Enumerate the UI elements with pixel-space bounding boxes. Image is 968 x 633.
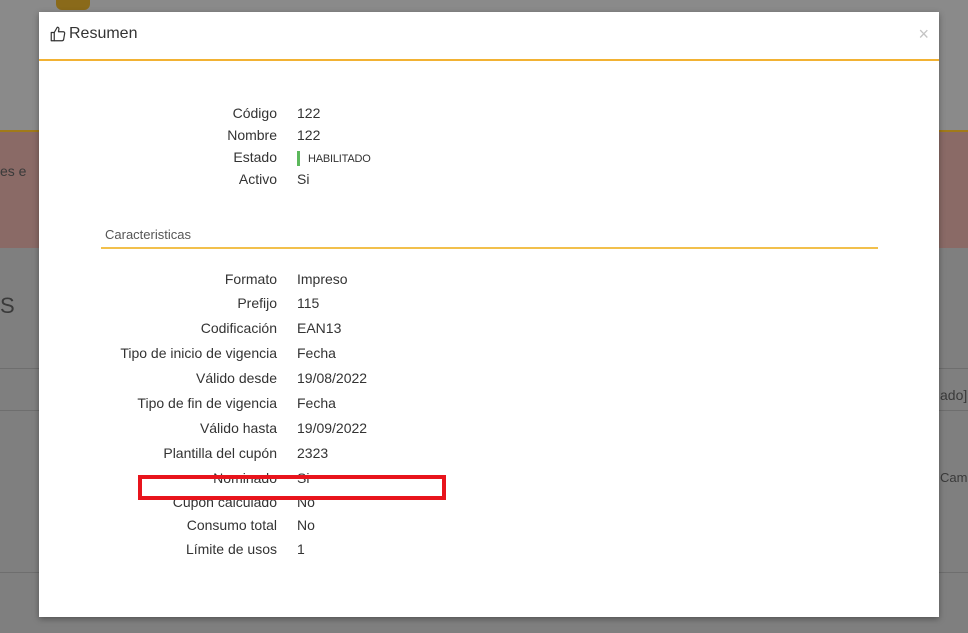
status-indicator bbox=[297, 151, 300, 166]
field-label: Codificación bbox=[200, 320, 277, 336]
field-value: 122 bbox=[297, 127, 321, 143]
field-label: Estado bbox=[233, 149, 277, 165]
field-value: Fecha bbox=[297, 395, 336, 411]
field-label: Tipo de inicio de vigencia bbox=[120, 345, 277, 361]
section-title-caracteristicas: Caracteristicas bbox=[101, 227, 878, 249]
status-text: HABILITADO bbox=[308, 152, 371, 165]
field-label: Válido hasta bbox=[199, 420, 277, 436]
field-value: EAN13 bbox=[297, 320, 342, 336]
modal-header: Resumen × bbox=[39, 12, 939, 61]
field-value: 1 bbox=[297, 541, 305, 557]
field-label: Formato bbox=[224, 271, 277, 287]
field-value: 2323 bbox=[297, 445, 329, 461]
field-value: Si bbox=[297, 171, 310, 187]
field-label: Activo bbox=[238, 171, 277, 187]
summary-modal: Resumen × Código 122 Nombre 122 Estado H… bbox=[39, 12, 939, 617]
field-value: 19/09/2022 bbox=[297, 420, 368, 436]
field-value: 122 bbox=[297, 105, 321, 121]
field-value: Fecha bbox=[297, 345, 336, 361]
modal-title: Resumen bbox=[49, 25, 137, 43]
close-button[interactable]: × bbox=[918, 25, 929, 43]
field-label: Límite de usos bbox=[185, 541, 277, 557]
background-logo bbox=[56, 0, 90, 10]
background-text-fragment: S bbox=[0, 293, 15, 318]
field-value: 19/08/2022 bbox=[297, 370, 368, 386]
highlight-box bbox=[138, 475, 446, 500]
field-label: Válido desde bbox=[196, 370, 277, 386]
status-badge: HABILITADO bbox=[297, 151, 371, 166]
field-label: Plantilla del cupón bbox=[163, 445, 277, 461]
background-text-fragment: es e bbox=[0, 163, 27, 179]
field-value: Impreso bbox=[297, 271, 348, 287]
field-label: Consumo total bbox=[186, 517, 277, 533]
modal-title-text: Resumen bbox=[69, 25, 138, 42]
field-value: 115 bbox=[297, 295, 320, 311]
thumbs-up-icon bbox=[50, 26, 66, 42]
field-label: Código bbox=[232, 105, 277, 121]
field-label: Prefijo bbox=[237, 295, 277, 311]
background-text-fragment: ado] bbox=[940, 387, 968, 403]
field-label: Nombre bbox=[227, 127, 277, 143]
field-label: Tipo de fin de vigencia bbox=[137, 395, 277, 411]
background-text-fragment: Cam bbox=[940, 470, 968, 485]
field-value: No bbox=[297, 517, 315, 533]
